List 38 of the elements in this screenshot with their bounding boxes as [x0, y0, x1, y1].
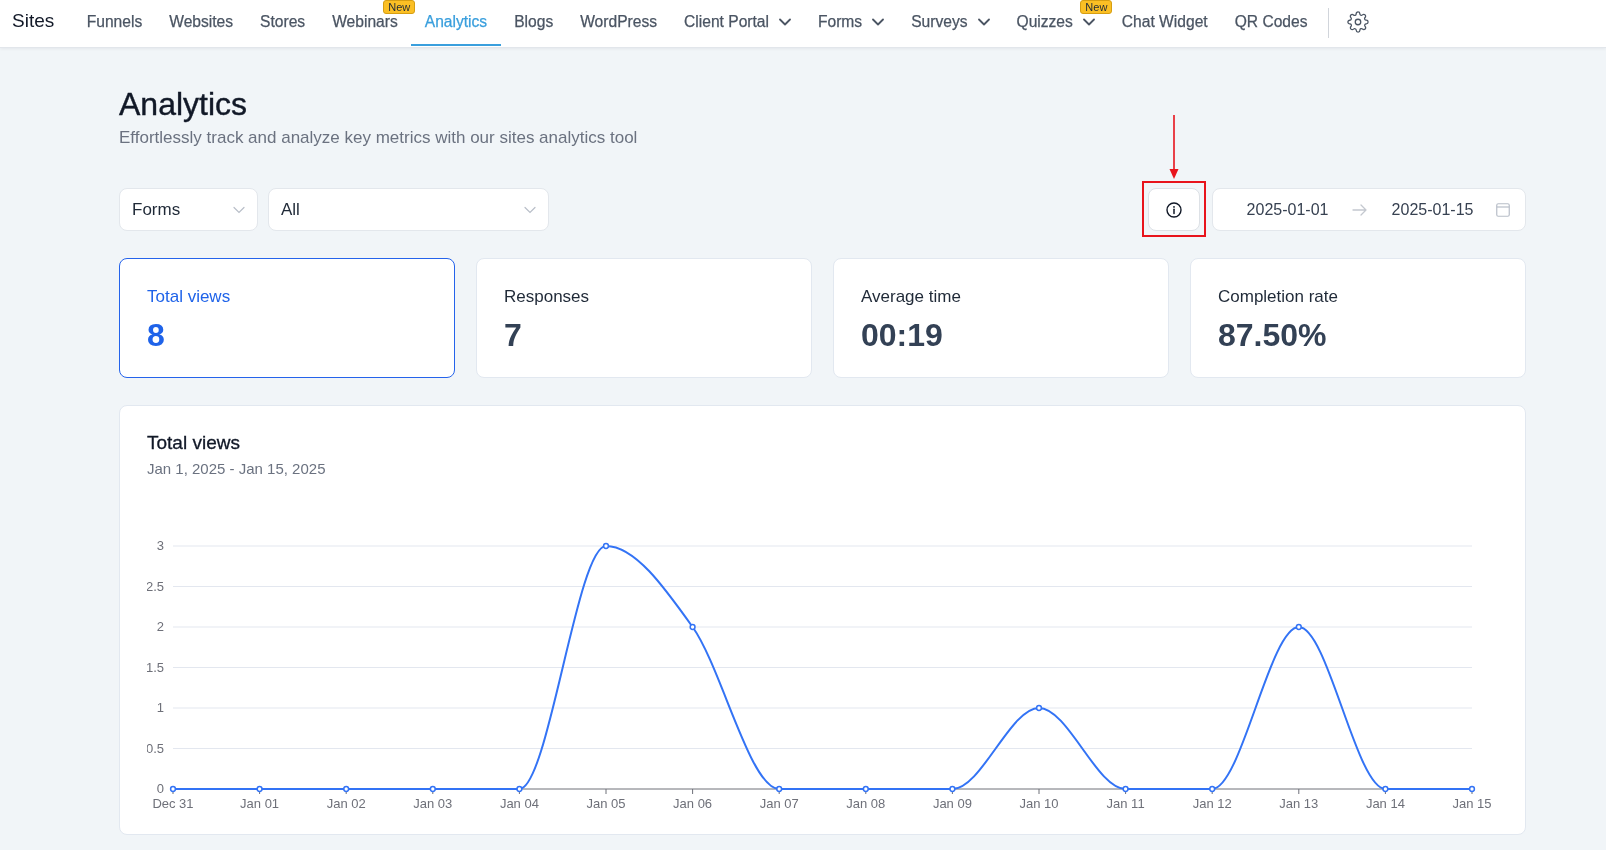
axis-label: 2 — [156, 619, 164, 634]
axis-label: Jan 05 — [586, 796, 626, 811]
metric-value: 7 — [504, 316, 522, 354]
chart-date-range: Jan 1, 2025 - Jan 15, 2025 — [147, 459, 327, 479]
axis-label: Jan 13 — [1279, 796, 1319, 811]
axis-label: Jan 09 — [932, 796, 972, 811]
axis-label: Jan 15 — [1452, 796, 1492, 811]
axis-label: Jan 14 — [1365, 796, 1405, 811]
axis-label: Jan 04 — [499, 796, 539, 811]
status-badge: New — [1080, 0, 1113, 14]
axis-label: Jan 03 — [413, 796, 453, 811]
axis-label: Jan 10 — [1019, 796, 1059, 811]
axis-label: 1.5 — [147, 659, 164, 675]
metric-value: 87.50% — [1218, 316, 1327, 354]
page-subtitle: Effortlessly track and analyze key metrics with our sites analytics tool — [119, 127, 639, 149]
axis-label: 3 — [156, 538, 164, 553]
axis-label: Dec 31 — [152, 796, 194, 811]
axis-label: 0 — [156, 781, 164, 796]
axis-label: 0.5 — [147, 740, 164, 756]
axis-label: Jan 02 — [326, 796, 366, 811]
axis-label: Jan 11 — [1106, 796, 1145, 811]
status-badge: New — [383, 0, 416, 14]
page-title: Analytics — [119, 85, 249, 124]
axis-label: 1 — [156, 700, 164, 715]
axis-label: Jan 07 — [759, 796, 799, 811]
brand-title: Sites — [12, 9, 55, 33]
metric-label: Completion rate — [1218, 287, 1338, 307]
metric-label: Responses — [504, 287, 590, 307]
axis-label: Jan 08 — [846, 796, 886, 811]
metric-value: 8 — [147, 316, 165, 354]
axis-label: Jan 06 — [673, 796, 713, 811]
axis-label: Jan 12 — [1192, 796, 1232, 811]
metric-label: Total views — [147, 287, 231, 307]
axis-label: Jan 01 — [240, 796, 280, 811]
chart-title: Total views — [147, 433, 241, 453]
metric-value: 00:19 — [861, 316, 943, 354]
axis-label: 2.5 — [147, 578, 164, 594]
metric-label: Average time — [861, 287, 961, 307]
